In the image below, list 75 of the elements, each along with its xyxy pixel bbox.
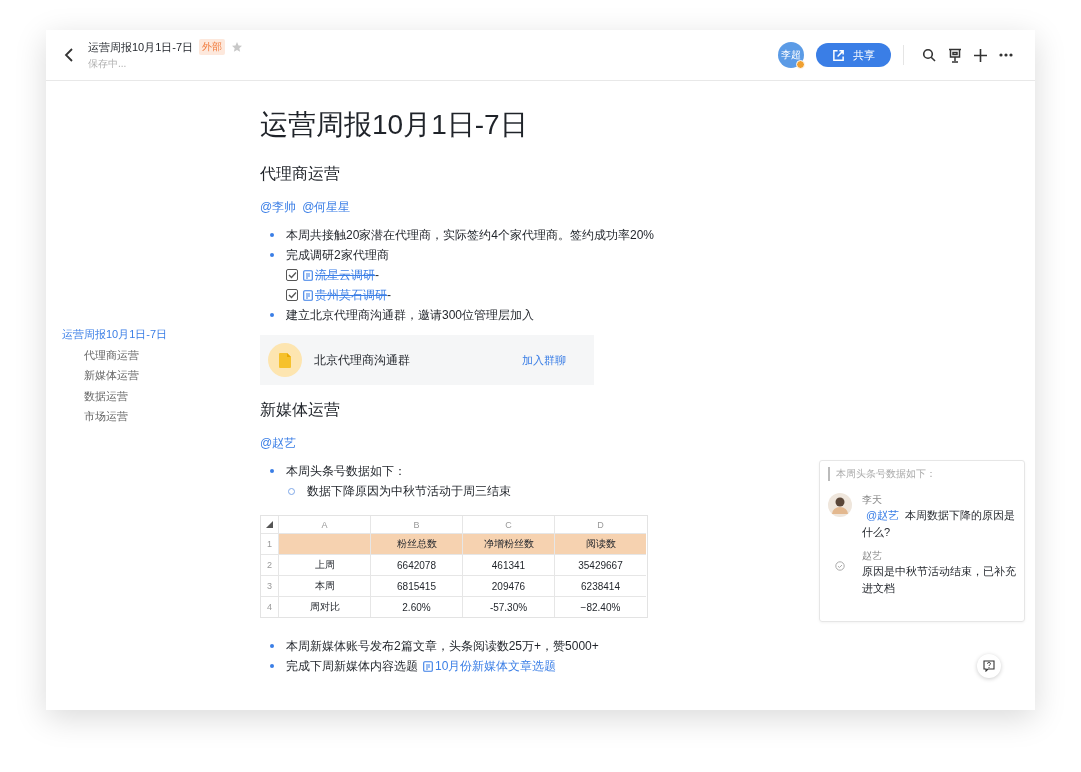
table-cell: −82.40%: [554, 596, 646, 617]
star-icon[interactable]: [231, 41, 244, 53]
bullet-dot: [270, 253, 274, 257]
section-heading: 新媒体运营: [260, 400, 341, 420]
bullet-dot: [270, 233, 274, 237]
table-cell: 2.60%: [370, 596, 462, 617]
table-cell: 粉丝总数: [370, 533, 462, 554]
bullet-text: 本周共接触20家潜在代理商，实际签约4个家代理商。签约成功率20%: [286, 227, 655, 244]
dash-text: -: [387, 287, 391, 304]
table-cell: 净增粉丝数: [462, 533, 554, 554]
outline-item[interactable]: 新媒体运营: [62, 365, 246, 386]
user-avatar[interactable]: 李超: [778, 42, 804, 68]
mention-link[interactable]: @赵艺: [260, 433, 297, 453]
mention-link[interactable]: @李帅: [260, 197, 297, 217]
comment-text: 原因是中秋节活动结束，已补充进文档: [862, 564, 1016, 596]
help-icon: [983, 660, 995, 672]
presentation-icon[interactable]: [948, 47, 962, 63]
search-icon[interactable]: [922, 48, 936, 62]
join-group-link[interactable]: 加入群聊: [522, 352, 566, 368]
share-icon: [832, 48, 845, 62]
document-title: 运营周报10月1日-7日: [88, 39, 194, 55]
checkbox[interactable]: [286, 289, 298, 301]
mention-link[interactable]: @赵艺: [862, 509, 900, 521]
back-icon[interactable]: [64, 47, 74, 63]
row-number: 4: [261, 596, 278, 617]
table-cell: 6815415: [370, 575, 462, 596]
table-cell: 周对比: [278, 596, 370, 617]
document-icon: [303, 289, 313, 301]
outline-item[interactable]: 市场运营: [62, 406, 246, 427]
document-link[interactable]: 10月份新媒体文章选题: [435, 656, 557, 676]
table-cell: 本周: [278, 575, 370, 596]
bullet-text: 建立北京代理商沟通群，邀请300位管理层加入: [286, 307, 535, 324]
document-heading: 运营周报10月1日-7日: [260, 108, 529, 142]
bullet-text: 完成调研2家代理商: [286, 247, 389, 264]
comment-author: 李天: [862, 493, 883, 507]
table-cell: 209476: [462, 575, 554, 596]
add-icon[interactable]: [974, 48, 987, 62]
document-icon: [303, 269, 313, 281]
comment-text: @赵艺 本周数据下降的原因是什么?: [862, 508, 1016, 540]
share-button[interactable]: 共享: [816, 43, 891, 67]
outline-item[interactable]: 运营周报10月1日-7日: [62, 324, 246, 345]
comment-author: 赵艺: [862, 549, 883, 563]
mention-link[interactable]: @何星星: [302, 197, 351, 217]
table-cell: -57.30%: [462, 596, 554, 617]
table-cell: 上周: [278, 554, 370, 575]
table-cell: 6642078: [370, 554, 462, 575]
help-button[interactable]: [977, 654, 1001, 678]
section-heading: 代理商运营: [260, 164, 341, 184]
table-cell: 6238414: [554, 575, 646, 596]
bullet-dot: [270, 644, 274, 648]
row-number: 3: [261, 575, 278, 596]
save-status: 保存中...: [88, 57, 128, 71]
table-cell: 35429667: [554, 554, 646, 575]
checkbox[interactable]: [286, 269, 298, 281]
row-number: 2: [261, 554, 278, 575]
document-link[interactable]: 流星云调研: [315, 265, 375, 285]
bullet-text: 本周新媒体账号发布2篇文章，头条阅读数25万+，赞5000+: [286, 638, 599, 655]
group-avatar: [268, 343, 302, 377]
bullet-text: 本周头条号数据如下：: [286, 463, 406, 480]
external-tag: 外部: [199, 39, 226, 55]
quoted-text: 本周头条号数据如下：: [828, 467, 1016, 481]
bullet-dot: [270, 313, 274, 317]
table-cell: 阅读数: [554, 533, 646, 554]
group-name: 北京代理商沟通群: [314, 351, 411, 369]
document-link[interactable]: 贵州莫石调研: [315, 285, 387, 305]
document-icon: [423, 660, 433, 672]
bullet-text: 数据下降原因为中秋节活动于周三结束: [307, 483, 511, 500]
more-icon[interactable]: [999, 53, 1013, 57]
outline-item[interactable]: 数据运营: [62, 385, 246, 406]
bullet-dot: [270, 664, 274, 668]
bullet-dot: [270, 469, 274, 473]
bullet-text: 完成下周新媒体内容选题: [286, 658, 418, 675]
dash-text: -: [375, 267, 379, 284]
table-cell: 461341: [462, 554, 554, 575]
outline-item[interactable]: 代理商运营: [62, 344, 246, 365]
